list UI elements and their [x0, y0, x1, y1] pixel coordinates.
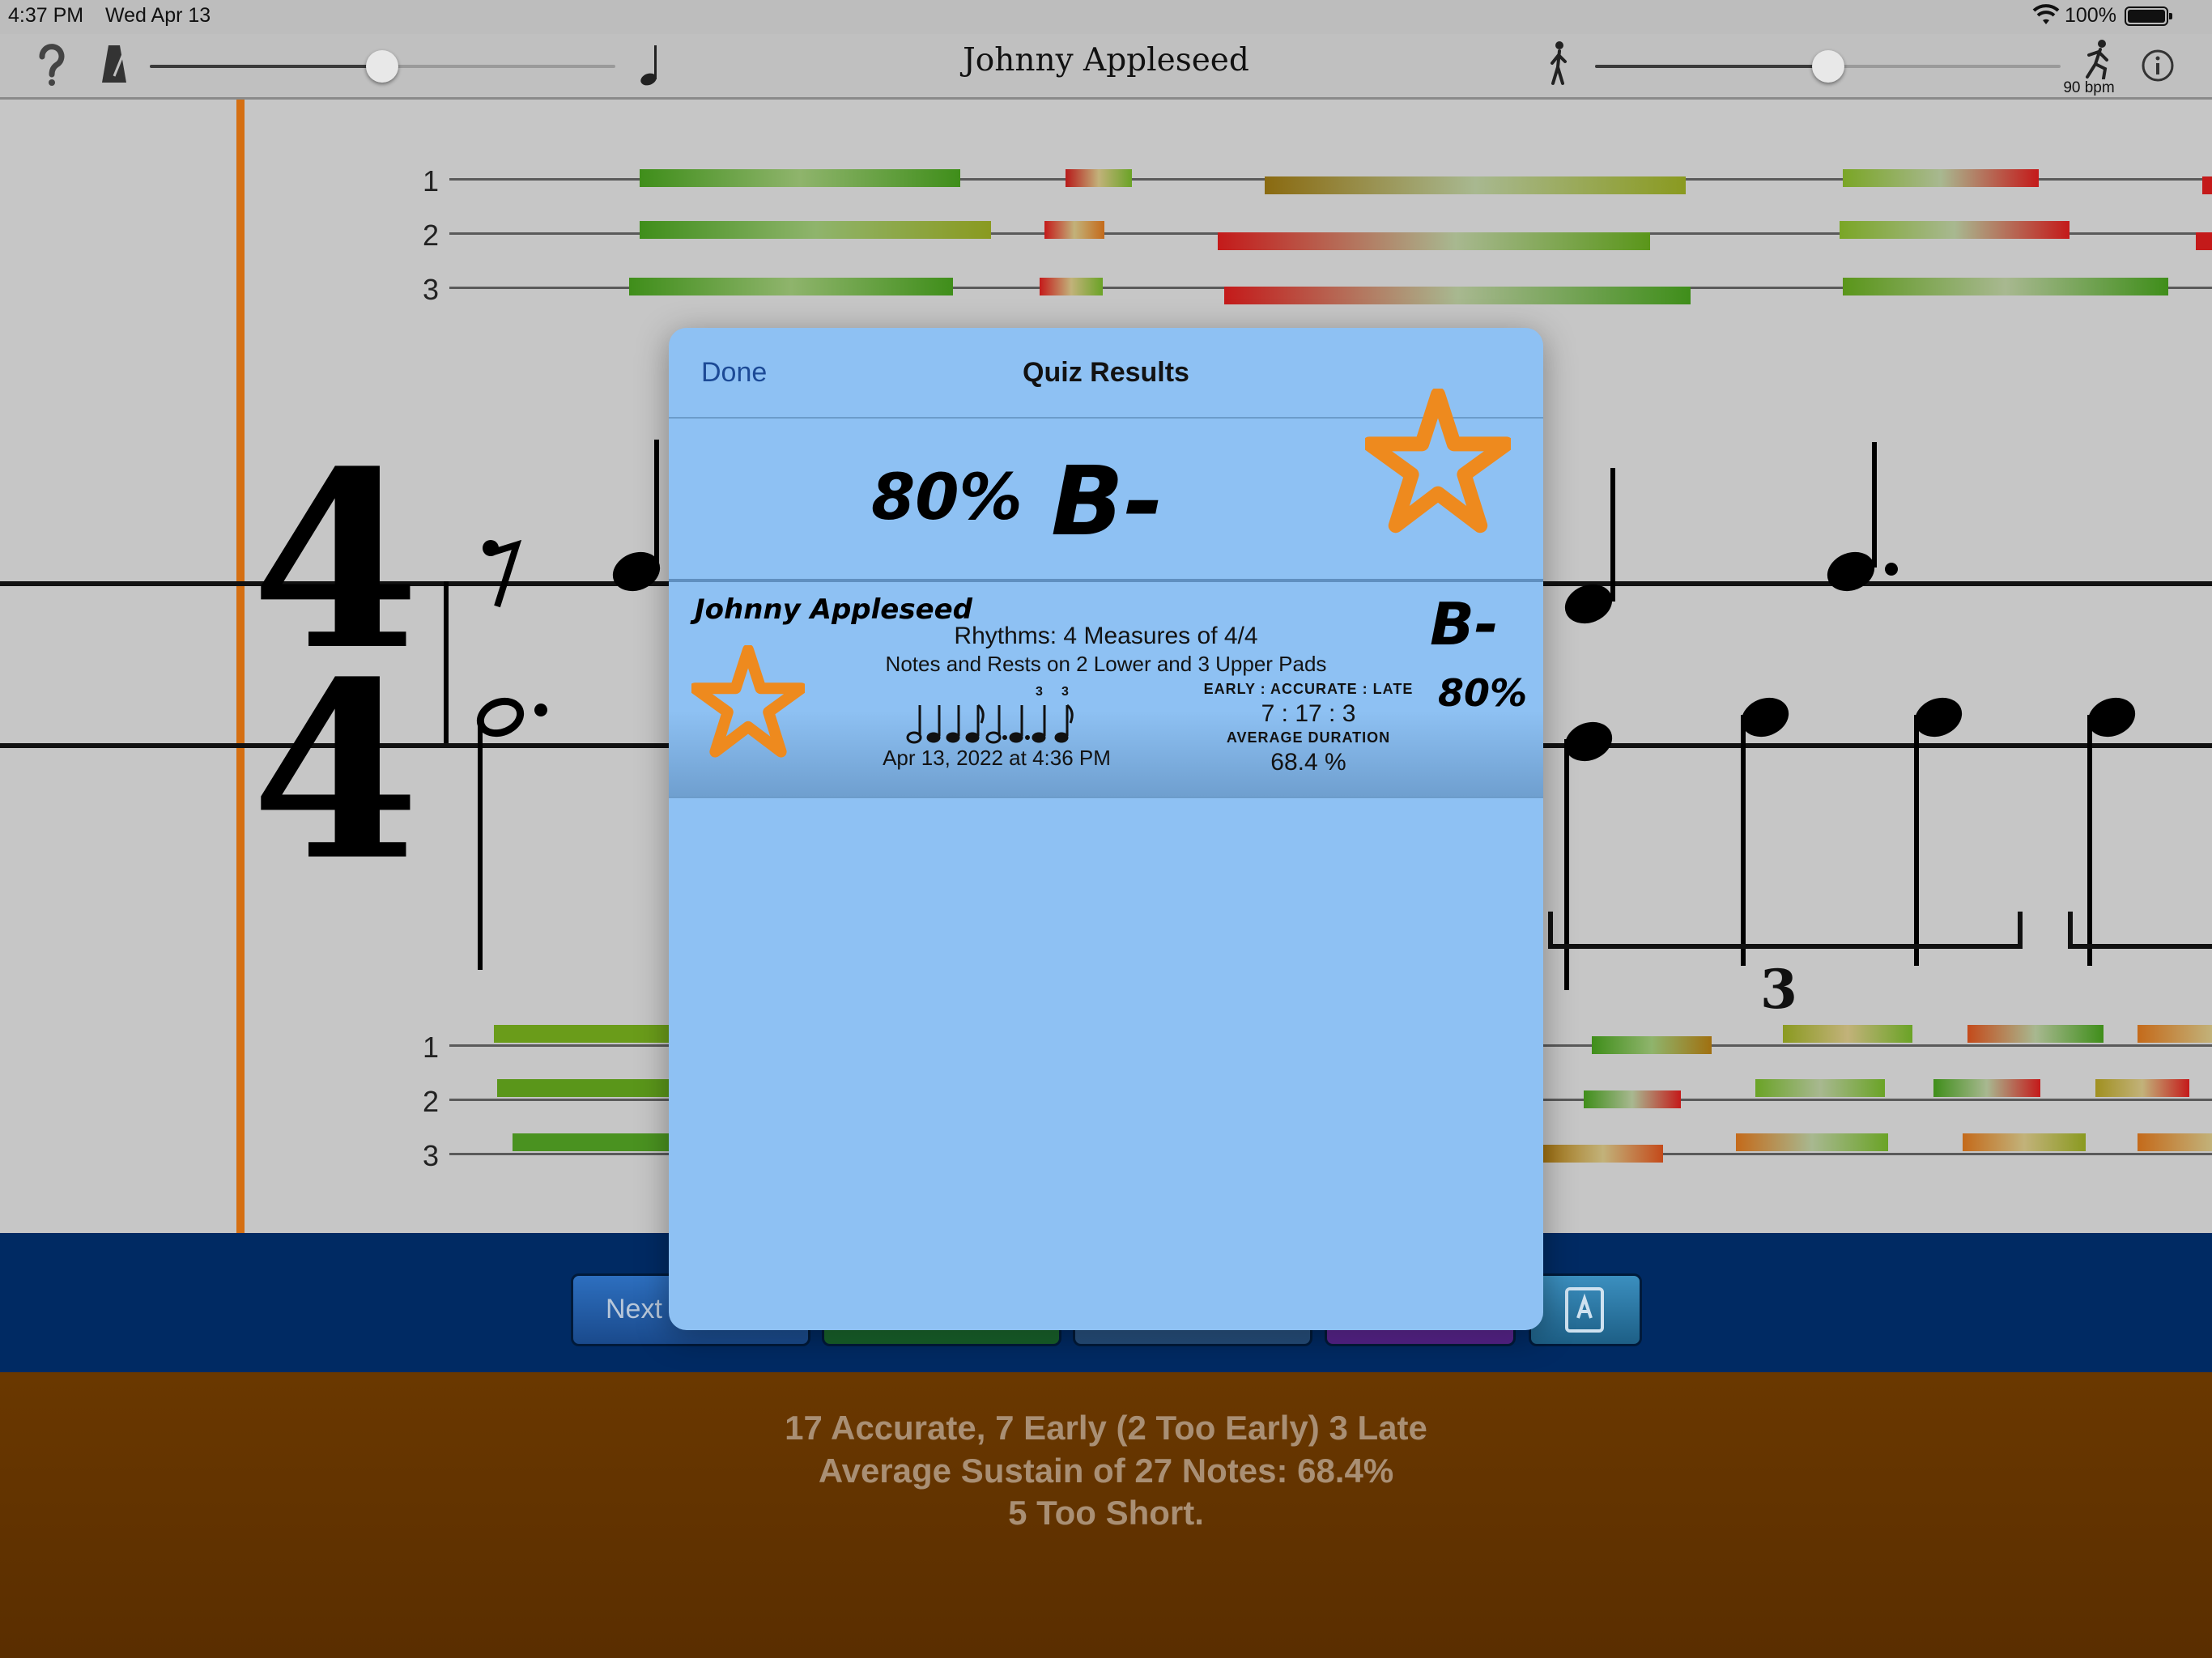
battery-percent: 100% — [2065, 4, 2116, 27]
playhead-line — [236, 100, 245, 1233]
timing-bar — [1592, 1036, 1712, 1054]
timing-bar — [2202, 176, 2212, 194]
average-duration-label: AVERAGE DURATION — [1226, 729, 1391, 746]
dot — [532, 701, 550, 719]
barline — [444, 581, 449, 743]
song-title: Johnny Appleseed — [963, 42, 1249, 79]
timing-bar — [1584, 1090, 1681, 1108]
note-stem — [654, 440, 659, 569]
quiz-results-modal: Done Quiz Results 80% B- Johnny Applesee… — [669, 328, 1543, 1330]
quarter-note-icon — [640, 45, 657, 86]
time-signature-bottom: 4 — [251, 628, 420, 914]
tuplet-bracket — [1548, 912, 2023, 949]
walking-icon[interactable] — [1546, 40, 1571, 86]
result-grade: B- — [1430, 590, 1499, 658]
rhythm-notation-icon: 3 3 — [906, 685, 1074, 744]
top-track-number-3: 3 — [423, 273, 440, 306]
next-button-label: Next — [606, 1294, 662, 1324]
average-duration-value: 68.4 % — [1270, 749, 1346, 776]
running-icon[interactable] — [2081, 39, 2113, 79]
top-track-number-1: 1 — [423, 164, 440, 198]
timing-bar — [1843, 169, 2039, 187]
status-bar: 4:37 PM Wed Apr 13 100% — [0, 0, 2212, 34]
bottom-track-number-2: 2 — [423, 1085, 440, 1118]
quiz-result-row[interactable]: Johnny Appleseed Rhythms: 4 Measures of … — [669, 582, 1543, 798]
timing-bar — [497, 1079, 675, 1097]
timing-label: EARLY : ACCURATE : LATE — [1203, 681, 1414, 697]
timing-bar — [1265, 176, 1686, 194]
timing-bar — [513, 1133, 674, 1151]
results-summary: 17 Accurate, 7 Early (2 Too Early) 3 Lat… — [0, 1372, 2212, 1658]
tuplet-mark: 3 — [1036, 685, 1043, 699]
star-icon — [1365, 389, 1511, 534]
metronome-volume-slider[interactable] — [366, 50, 398, 83]
info-icon[interactable] — [2141, 49, 2175, 83]
result-percent: 80% — [1438, 671, 1528, 715]
result-description-1: Rhythms: 4 Measures of 4/4 — [954, 623, 1258, 649]
top-track-number-2: 2 — [423, 219, 440, 252]
timing-bar — [1963, 1133, 2086, 1151]
toolbar: Johnny Appleseed 90 bpm — [0, 34, 2212, 100]
summary-line-3: 5 Too Short. — [1008, 1494, 1204, 1532]
dot — [1882, 560, 1900, 578]
wifi-icon — [2032, 4, 2060, 24]
timing-bar — [1543, 1145, 1663, 1163]
battery-icon — [2125, 6, 2172, 26]
bottom-track-number-3: 3 — [423, 1139, 440, 1172]
timing-bar — [2138, 1025, 2212, 1043]
metronome-volume-fill — [150, 65, 381, 68]
timing-bar — [629, 278, 953, 295]
timing-bar — [2138, 1133, 2212, 1151]
modal-title: Quiz Results — [1023, 357, 1189, 388]
note-stem — [1564, 739, 1569, 990]
tempo-slider[interactable] — [1812, 50, 1844, 83]
book-icon — [1565, 1287, 1604, 1333]
timing-bar — [1933, 1079, 2040, 1097]
book-button[interactable] — [1529, 1273, 1642, 1346]
bpm-label: 90 bpm — [2063, 79, 2115, 96]
timing-bar — [2095, 1079, 2189, 1097]
timing-value: 7 : 17 : 3 — [1261, 700, 1356, 727]
tuplet-mark: 3 — [1061, 685, 1069, 699]
timing-bar — [1755, 1079, 1885, 1097]
tempo-fill — [1595, 65, 1828, 68]
eighth-rest-icon — [483, 539, 521, 608]
bottom-track-number-1: 1 — [423, 1031, 440, 1064]
help-icon[interactable] — [37, 44, 66, 87]
note-stem — [1872, 442, 1877, 568]
timing-bar — [1218, 232, 1650, 250]
timing-bar — [640, 169, 960, 187]
timing-bar — [640, 221, 991, 239]
score-grade: B- — [1051, 445, 1163, 557]
timing-bar — [1066, 169, 1132, 187]
note-stem — [478, 719, 483, 970]
result-description-2: Notes and Rests on 2 Lower and 3 Upper P… — [885, 652, 1327, 676]
tuplet-bracket — [2068, 912, 2212, 949]
timing-bar — [1840, 221, 2069, 239]
summary-line-2: Average Sustain of 27 Notes: 68.4% — [818, 1452, 1394, 1490]
status-date: Wed Apr 13 — [105, 4, 211, 27]
timing-bar — [1044, 221, 1104, 239]
timing-bar — [494, 1025, 672, 1043]
score-percent: 80% — [871, 461, 1023, 534]
timing-bar — [1040, 278, 1103, 295]
timing-bar — [1783, 1025, 1912, 1043]
note-stem — [1610, 468, 1615, 602]
timing-bar — [1736, 1133, 1888, 1151]
timing-bar — [1843, 278, 2168, 295]
status-time: 4:37 PM — [8, 4, 84, 27]
timing-bar — [1967, 1025, 2104, 1043]
result-song-title: Johnny Appleseed — [695, 593, 973, 626]
metronome-icon[interactable] — [100, 44, 128, 84]
timing-bar — [1224, 287, 1691, 304]
tuplet-number: 3 — [1760, 958, 1797, 1021]
timing-bar — [2196, 232, 2212, 250]
result-date: Apr 13, 2022 at 4:36 PM — [883, 746, 1111, 770]
summary-line-1: 17 Accurate, 7 Early (2 Too Early) 3 Lat… — [785, 1409, 1427, 1447]
